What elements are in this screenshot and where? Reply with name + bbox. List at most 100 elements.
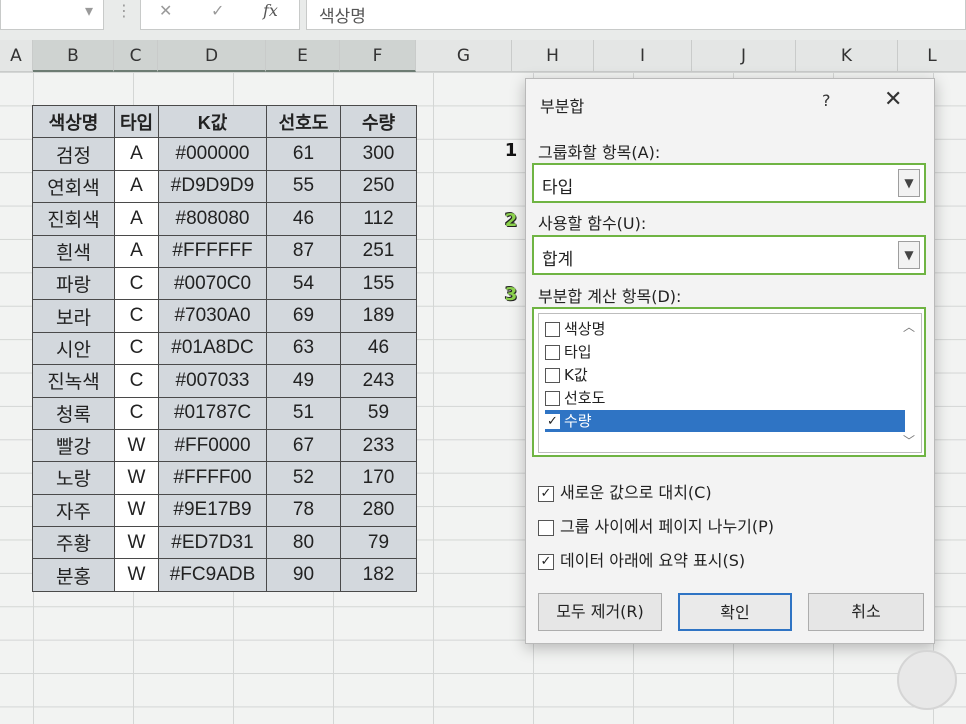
table-cell[interactable]: W <box>114 493 159 528</box>
table-cell[interactable]: 300 <box>340 137 417 171</box>
subtotal-item[interactable]: 선호도 <box>545 387 905 409</box>
column-header-f[interactable]: F <box>340 40 416 72</box>
insert-function-icon[interactable]: fx <box>263 0 278 22</box>
chevron-down-icon[interactable]: ▼ <box>898 169 920 197</box>
table-cell[interactable]: #01A8DC <box>158 331 267 366</box>
column-header-h[interactable]: H <box>512 40 594 72</box>
table-cell[interactable]: 250 <box>340 169 417 204</box>
table-cell[interactable]: 빨강 <box>32 428 115 463</box>
table-cell[interactable]: #FC9ADB <box>158 558 267 592</box>
table-cell[interactable]: 자주 <box>32 493 115 528</box>
table-cell[interactable]: 112 <box>340 202 417 236</box>
table-cell[interactable]: 80 <box>266 526 341 560</box>
cancel-icon[interactable]: ✕ <box>159 0 172 22</box>
table-cell[interactable]: 155 <box>340 266 417 301</box>
subtotal-item[interactable]: 타입 <box>545 341 905 363</box>
table-cell[interactable]: W <box>114 558 159 592</box>
subtotal-item-checkbox[interactable] <box>545 322 560 337</box>
table-cell[interactable]: 280 <box>340 493 417 528</box>
help-icon[interactable]: ? <box>822 91 831 110</box>
column-header-j[interactable]: J <box>692 40 796 72</box>
function-select[interactable]: 합계 ▼ <box>532 235 926 275</box>
table-cell[interactable]: 54 <box>266 266 341 301</box>
table-cell[interactable]: C <box>114 331 159 366</box>
close-icon[interactable]: ✕ <box>884 87 902 112</box>
table-cell[interactable]: 67 <box>266 428 341 463</box>
option-replace[interactable]: ✓ 새로운 값으로 대치(C) <box>538 479 712 503</box>
header-type[interactable]: 타입 <box>114 104 159 139</box>
subtotal-item-checkbox[interactable] <box>545 391 560 406</box>
subtotal-items-list[interactable]: ︿ ﹀ 색상명 타입 K값 선호도 ✓ 수량 <box>532 307 926 457</box>
table-cell[interactable]: #808080 <box>158 202 267 236</box>
table-cell[interactable]: 90 <box>266 558 341 592</box>
table-cell[interactable]: 52 <box>266 461 341 495</box>
table-cell[interactable]: W <box>114 526 159 560</box>
table-cell[interactable]: 79 <box>340 526 417 560</box>
table-cell[interactable]: 시안 <box>32 331 115 366</box>
table-cell[interactable]: #D9D9D9 <box>158 169 267 204</box>
header-preference[interactable]: 선호도 <box>266 104 341 139</box>
table-cell[interactable]: #FFFFFF <box>158 234 267 268</box>
chevron-down-icon[interactable]: ▾ <box>85 0 93 22</box>
subtotal-item[interactable]: 색상명 <box>545 318 905 340</box>
table-cell[interactable]: 진녹색 <box>32 364 115 398</box>
table-cell[interactable]: C <box>114 396 159 430</box>
column-header-d[interactable]: D <box>158 40 266 72</box>
table-cell[interactable]: C <box>114 299 159 333</box>
table-cell[interactable]: #9E17B9 <box>158 493 267 528</box>
table-cell[interactable]: 63 <box>266 331 341 366</box>
chevron-down-icon[interactable]: ▼ <box>898 241 920 269</box>
table-cell[interactable]: #000000 <box>158 137 267 171</box>
formula-input[interactable]: 색상명 <box>306 0 966 30</box>
table-cell[interactable]: 251 <box>340 234 417 268</box>
table-cell[interactable]: 노랑 <box>32 461 115 495</box>
table-cell[interactable]: A <box>114 202 159 236</box>
table-cell[interactable]: 87 <box>266 234 341 268</box>
option-page-break[interactable]: 그룹 사이에서 페이지 나누기(P) <box>538 513 774 537</box>
enter-icon[interactable]: ✓ <box>211 0 224 22</box>
column-header-i[interactable]: I <box>594 40 692 72</box>
table-cell[interactable]: A <box>114 234 159 268</box>
table-cell[interactable]: 46 <box>266 202 341 236</box>
table-cell[interactable]: 연회색 <box>32 169 115 204</box>
subtotal-item[interactable]: ✓ 수량 <box>545 410 905 432</box>
checkbox-replace[interactable]: ✓ <box>538 485 554 502</box>
table-cell[interactable]: 49 <box>266 364 341 398</box>
table-cell[interactable]: 주황 <box>32 526 115 560</box>
table-cell[interactable]: 55 <box>266 169 341 204</box>
column-header-g[interactable]: G <box>416 40 512 72</box>
column-header-c[interactable]: C <box>114 40 158 72</box>
cancel-button[interactable]: 취소 <box>808 593 924 631</box>
checkbox-page-break[interactable] <box>538 519 554 536</box>
table-cell[interactable]: 59 <box>340 396 417 430</box>
table-cell[interactable]: C <box>114 364 159 398</box>
header-quantity[interactable]: 수량 <box>340 104 417 139</box>
header-color-name[interactable]: 색상명 <box>32 104 115 139</box>
ok-button[interactable]: 확인 <box>678 593 792 631</box>
remove-all-button[interactable]: 모두 제거(R) <box>538 593 662 631</box>
table-cell[interactable]: #FF0000 <box>158 428 267 463</box>
scroll-down-icon[interactable]: ﹀ <box>903 432 915 449</box>
table-cell[interactable]: 69 <box>266 299 341 333</box>
table-cell[interactable]: 파랑 <box>32 266 115 301</box>
table-cell[interactable]: 78 <box>266 493 341 528</box>
table-cell[interactable]: 233 <box>340 428 417 463</box>
table-cell[interactable]: #FFFF00 <box>158 461 267 495</box>
group-by-select[interactable]: 타입 ▼ <box>532 163 926 203</box>
column-header-a[interactable]: A <box>0 40 33 72</box>
table-cell[interactable]: 170 <box>340 461 417 495</box>
subtotal-item-checkbox[interactable] <box>545 368 560 383</box>
table-cell[interactable]: 46 <box>340 331 417 366</box>
more-options-icon[interactable]: ⋮ <box>116 0 132 22</box>
table-cell[interactable]: #ED7D31 <box>158 526 267 560</box>
table-cell[interactable]: #01787C <box>158 396 267 430</box>
subtotal-item-checkbox[interactable] <box>545 345 560 360</box>
table-cell[interactable]: 흰색 <box>32 234 115 268</box>
table-cell[interactable]: #0070C0 <box>158 266 267 301</box>
table-cell[interactable]: 분홍 <box>32 558 115 592</box>
subtotal-item-checkbox[interactable]: ✓ <box>545 414 560 429</box>
table-cell[interactable]: A <box>114 137 159 171</box>
table-cell[interactable]: #7030A0 <box>158 299 267 333</box>
table-cell[interactable]: 61 <box>266 137 341 171</box>
table-cell[interactable]: 182 <box>340 558 417 592</box>
